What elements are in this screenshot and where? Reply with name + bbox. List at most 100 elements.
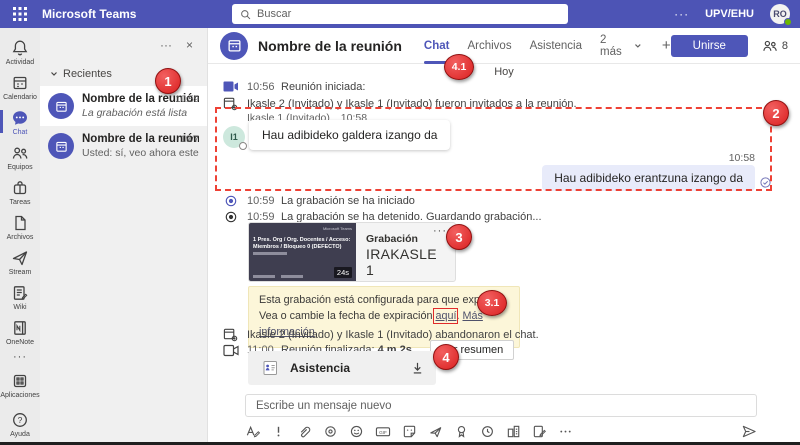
file-icon — [10, 213, 30, 233]
recents-section-toggle[interactable]: Recientes — [40, 60, 207, 86]
view-summary-button[interactable]: Ver resumen — [430, 340, 514, 360]
rail-label: Stream — [9, 269, 32, 276]
tab-archivos[interactable]: Archivos — [467, 28, 511, 64]
rail-label: Tareas — [9, 199, 30, 206]
tab-asistencia[interactable]: Asistencia — [530, 28, 582, 64]
add-tab-button[interactable]: + — [662, 37, 671, 54]
participants-button[interactable]: 8 — [761, 39, 788, 53]
tab-chat[interactable]: Chat — [424, 28, 450, 64]
rail-label: Wiki — [13, 304, 26, 311]
schedule-send-icon[interactable] — [480, 424, 495, 439]
rail-label: Archivos — [7, 234, 34, 241]
search-icon — [240, 9, 251, 20]
list-item-time: 10:59 — [175, 94, 199, 105]
record-icon — [222, 194, 239, 208]
tab-more-label: 2 más — [600, 34, 630, 58]
help-icon: ? — [10, 410, 30, 430]
camera-icon — [222, 80, 239, 93]
chevron-down-icon — [50, 70, 58, 78]
presence-offline-dot — [239, 142, 247, 150]
here-link[interactable]: aquí — [435, 310, 456, 322]
outgoing-message-bubble[interactable]: Hau adibideko erantzuna izango da — [542, 165, 755, 191]
meeting-calendar-icon — [55, 100, 68, 113]
sidebar-item-tareas[interactable]: Tareas — [0, 174, 40, 209]
rail-label: Calendario — [3, 94, 37, 101]
chat-icon — [10, 108, 30, 128]
meeting-avatar-large — [220, 32, 248, 60]
stream-app-icon[interactable] — [428, 424, 443, 439]
meeting-avatar — [48, 93, 74, 119]
list-item-meeting-1[interactable]: Nombre de la reunión La grabación está l… — [40, 86, 207, 126]
recording-card[interactable]: Microsoft Teams 1 Pres. Org / Org. Docen… — [248, 222, 456, 282]
tab-more[interactable]: 2 más — [600, 28, 642, 64]
search-placeholder: Buscar — [257, 8, 291, 20]
app-title: Microsoft Teams — [42, 7, 136, 21]
topbar-right: ··· UPV/EHU RO — [674, 0, 790, 28]
search-input[interactable]: Buscar — [232, 4, 568, 24]
thumbnail-label-bar — [281, 275, 303, 278]
thumbnail-text: 1 Pres. Org / Org. Docentes / Acceso: Mi… — [253, 237, 352, 251]
format-icon[interactable] — [245, 424, 260, 439]
sidebar-item-archivos[interactable]: Archivos — [0, 209, 40, 244]
chat-thread: Hoy 10:56 Reunión iniciada: Ikasle 2 (In… — [208, 64, 800, 387]
avatar[interactable]: RO — [770, 4, 790, 24]
sidebar-item-onenote[interactable]: OneNote — [0, 314, 40, 349]
attendance-card[interactable]: Asistencia — [248, 351, 436, 385]
chevron-down-icon — [634, 42, 642, 50]
loop-icon[interactable] — [323, 424, 338, 439]
sidebar-item-aplicaciones[interactable]: Aplicaciones — [0, 367, 40, 402]
list-item-meeting-2[interactable]: Nombre de la reunión 2 Usted: sí, veo ah… — [40, 126, 207, 166]
org-name[interactable]: UPV/EHU — [705, 8, 754, 20]
join-button[interactable]: Unirse — [671, 35, 748, 57]
rail-more-icon[interactable]: ··· — [13, 349, 27, 367]
tab-bar: Chat Archivos Asistencia 2 más + — [424, 28, 671, 64]
rail-label: Actividad — [6, 59, 34, 66]
approvals-icon[interactable] — [532, 424, 547, 439]
event-time: 10:59 — [247, 195, 273, 207]
event-invited: Ikasle 2 (Invitado) y Ikasle 1 (Invitado… — [222, 96, 792, 111]
sidebar-item-actividad[interactable]: Actividad — [0, 34, 40, 69]
rail-label: Chat — [13, 129, 28, 136]
message-input[interactable] — [245, 394, 757, 417]
app-rail: Actividad Calendario Chat Equipos Tareas… — [0, 28, 40, 445]
emoji-icon[interactable] — [349, 424, 364, 439]
event-time: 10:56 — [247, 81, 273, 93]
recents-section-label: Recientes — [63, 68, 112, 80]
presence-online-dot — [784, 18, 792, 26]
sidebar-item-calendario[interactable]: Calendario — [0, 69, 40, 104]
recording-thumbnail: Microsoft Teams 1 Pres. Org / Org. Docen… — [249, 223, 356, 281]
sidebar-item-equipos[interactable]: Equipos — [0, 139, 40, 174]
recording-more-icon[interactable]: ··· — [433, 225, 447, 237]
topbar-more-icon[interactable]: ··· — [674, 7, 689, 21]
sidebar-item-stream[interactable]: Stream — [0, 244, 40, 279]
meeting-calendar-icon — [55, 140, 68, 153]
composer-more-icon[interactable] — [558, 424, 573, 439]
chat-list-more-icon[interactable]: ··· — [160, 38, 172, 52]
incoming-message-bubble[interactable]: Hau adibideko galdera izango da — [249, 120, 450, 150]
delivery-options-icon[interactable] — [271, 424, 286, 439]
event-text: Reunión iniciada: — [281, 81, 365, 93]
bell-icon — [10, 38, 30, 58]
chat-list-header: ··· × — [40, 28, 207, 60]
avatar-i1[interactable]: I1 — [223, 126, 245, 148]
praise-icon[interactable] — [454, 424, 469, 439]
chat-list-close-icon[interactable]: × — [186, 38, 193, 52]
sidebar-item-chat[interactable]: Chat — [0, 104, 40, 139]
event-text: La grabación se ha iniciado — [281, 195, 415, 207]
send-icon[interactable] — [741, 424, 757, 439]
sidebar-item-ayuda[interactable]: ? Ayuda — [0, 406, 40, 441]
sticker-icon[interactable] — [402, 424, 417, 439]
sidebar-item-wiki[interactable]: Wiki — [0, 279, 40, 314]
wiki-icon — [10, 283, 30, 303]
gif-icon[interactable]: GIF — [375, 424, 391, 439]
attach-icon[interactable] — [297, 424, 312, 439]
recording-title: IRAKASLE 1 — [366, 246, 447, 278]
paper-plane-icon — [10, 248, 30, 268]
thumbnail-label-bar — [253, 275, 275, 278]
org-buildings-icon[interactable] — [506, 424, 521, 439]
download-icon[interactable] — [411, 361, 424, 375]
app-launcher-icon[interactable] — [0, 7, 40, 21]
recording-card-body: Grabación IRAKASLE 1 ··· — [356, 223, 455, 281]
participants-icon — [761, 39, 779, 53]
onenote-icon — [10, 318, 30, 338]
